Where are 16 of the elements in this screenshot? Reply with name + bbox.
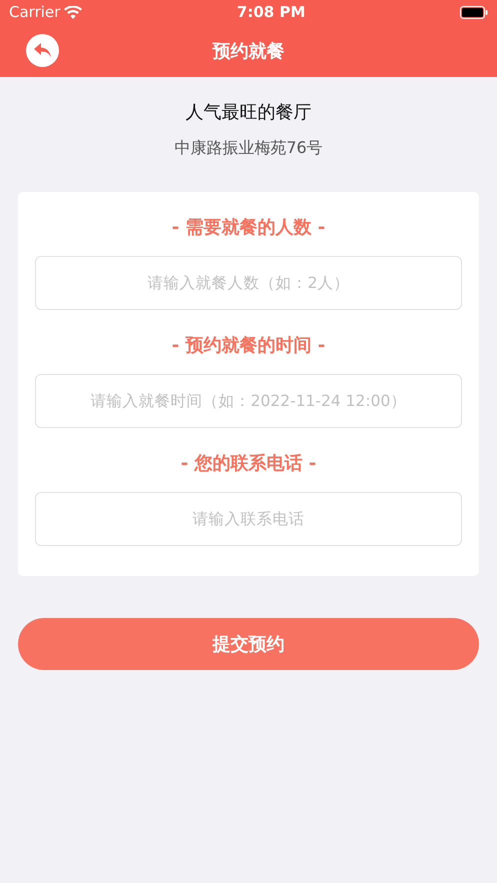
restaurant-name: 人气最旺的餐厅: [186, 101, 312, 125]
reply-arrow-icon: [34, 43, 52, 58]
clock: 7:08 PM: [236, 2, 306, 24]
wifi-icon: [64, 6, 82, 19]
field-label: - 需要就餐的人数 -: [172, 216, 326, 240]
restaurant-address: 中康路振业梅苑76号: [174, 137, 323, 159]
submit-button[interactable]: 提交预约: [18, 618, 479, 670]
battery-icon: [460, 6, 488, 19]
input-field[interactable]: 请输入就餐时间（如：2022-11-24 12:00）: [35, 374, 462, 428]
carrier-label: Carrier: [9, 2, 60, 24]
field-label: - 预约就餐的时间 -: [172, 334, 326, 358]
field-label: - 您的联系电话 -: [180, 452, 316, 476]
input-field[interactable]: 请输入联系电话: [35, 492, 462, 546]
page-title: 预约就餐: [212, 40, 284, 64]
back-button[interactable]: [26, 34, 59, 67]
input-field[interactable]: 请输入就餐人数（如：2人）: [35, 256, 462, 310]
